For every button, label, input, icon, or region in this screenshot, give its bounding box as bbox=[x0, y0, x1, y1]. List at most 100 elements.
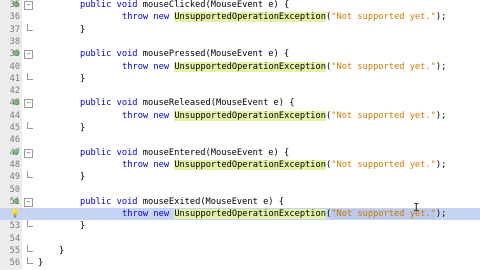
code-text: public void mouseEntered(MouseEvent e) { bbox=[80, 147, 289, 159]
code-line[interactable]: 37} bbox=[0, 23, 480, 36]
line-number: 42 bbox=[9, 86, 20, 97]
fold-collapse-icon[interactable]: − bbox=[24, 1, 33, 10]
code-line[interactable]: 38 bbox=[0, 36, 480, 48]
code-line[interactable]: 46 bbox=[0, 134, 480, 146]
code-line[interactable]: 50 bbox=[0, 184, 480, 196]
override-method-icon[interactable]: ⊕ bbox=[11, 98, 21, 108]
code-line[interactable]: 44 throw new UnsupportedOperationExceptio… bbox=[0, 110, 480, 122]
code-token: } bbox=[59, 246, 65, 256]
code-token: ); bbox=[435, 110, 447, 121]
code-token: } bbox=[80, 73, 86, 84]
code-line[interactable]: 42 bbox=[0, 85, 480, 97]
code-line[interactable]: 45} bbox=[0, 122, 480, 134]
code-token: } bbox=[80, 123, 86, 133]
line-number: 55 bbox=[9, 246, 20, 256]
code-line[interactable]: 41} bbox=[0, 72, 480, 85]
code-token: ); bbox=[435, 159, 447, 170]
override-method-icon[interactable]: ⊕ bbox=[11, 148, 21, 158]
code-token: UnsupportedOperationException bbox=[174, 159, 326, 170]
code-text: public void mouseClicked(MouseEvent e) { bbox=[80, 0, 289, 11]
code-text: } bbox=[80, 73, 85, 85]
line-number: 53 bbox=[9, 221, 20, 232]
line-number: 48 bbox=[9, 159, 20, 170]
line-number: 41 bbox=[9, 73, 20, 84]
fold-collapse-icon[interactable]: − bbox=[24, 50, 33, 60]
fold-end-marker bbox=[27, 23, 33, 31]
code-line[interactable]: 54 bbox=[0, 233, 480, 245]
code-token: } bbox=[80, 172, 86, 183]
code-token: ); bbox=[435, 12, 447, 23]
code-text: } bbox=[38, 257, 43, 269]
fold-end-marker bbox=[27, 122, 33, 129]
code-line[interactable]: 43 ⊕ − public void mouseReleased(MouseEvent… bbox=[0, 97, 480, 109]
code-token: mouseReleased bbox=[142, 98, 211, 109]
override-method-icon[interactable]: ⊕ bbox=[11, 197, 21, 207]
code-token: "Not supported yet." bbox=[331, 110, 436, 121]
code-token: } bbox=[38, 258, 44, 269]
fold-end-marker bbox=[27, 220, 33, 228]
line-number: 49 bbox=[9, 172, 20, 183]
code-line[interactable]: 💡 throw new UnsupportedOperationException… bbox=[0, 208, 480, 221]
code-token: mousePressed bbox=[142, 49, 206, 60]
code-token: "Not supported yet." bbox=[331, 209, 436, 220]
fold-end-marker bbox=[27, 257, 33, 265]
code-token: public void bbox=[80, 98, 143, 109]
code-line[interactable]: 56} bbox=[0, 257, 480, 269]
code-text: } bbox=[80, 220, 85, 232]
text-cursor-icon: I bbox=[413, 201, 420, 214]
override-method-icon[interactable]: ⊕ bbox=[11, 0, 21, 10]
fold-end-marker bbox=[27, 245, 33, 252]
code-token: (MouseEvent e) { bbox=[205, 49, 290, 60]
code-line[interactable]: 53} bbox=[0, 220, 480, 232]
line-number: 56 bbox=[9, 258, 20, 269]
line-number: 45 bbox=[9, 123, 20, 133]
code-token: (MouseEvent e) { bbox=[205, 147, 290, 158]
fold-collapse-icon[interactable]: − bbox=[24, 99, 33, 109]
line-number: 36 bbox=[9, 12, 20, 23]
code-text: public void mouseReleased(MouseEvent e) … bbox=[80, 97, 294, 109]
line-number: 44 bbox=[9, 110, 20, 121]
code-editor[interactable]: 35 ⊕ − public void mouseClicked(MouseEvent … bbox=[0, 0, 480, 270]
line-number: 38 bbox=[9, 36, 20, 47]
code-text: throw new UnsupportedOperationException(… bbox=[122, 11, 446, 23]
code-token: "Not supported yet." bbox=[331, 61, 436, 72]
code-token: (MouseEvent e) { bbox=[205, 0, 290, 10]
fold-end-marker bbox=[27, 171, 33, 179]
code-token: public void bbox=[80, 49, 143, 60]
code-token: throw new bbox=[122, 61, 175, 72]
code-line[interactable]: 49} bbox=[0, 171, 480, 183]
line-number: 50 bbox=[9, 184, 20, 195]
code-text: throw new UnsupportedOperationException(… bbox=[122, 159, 446, 171]
code-line[interactable]: 51 ⊕ − public void mouseExited(MouseEvent e… bbox=[0, 196, 480, 208]
code-line[interactable]: 55} bbox=[0, 245, 480, 257]
line-number: 40 bbox=[9, 61, 20, 72]
code-text: } bbox=[80, 122, 85, 134]
code-text: } bbox=[59, 245, 64, 257]
code-token: UnsupportedOperationException bbox=[174, 209, 326, 220]
code-line[interactable]: 48 throw new UnsupportedOperationExceptio… bbox=[0, 159, 480, 171]
code-line[interactable]: 39 ⊕ − public void mousePressed(MouseEvent … bbox=[0, 48, 480, 60]
code-line[interactable]: 35 ⊕ − public void mouseClicked(MouseEvent … bbox=[0, 0, 480, 11]
code-text: } bbox=[80, 24, 85, 36]
code-token: "Not supported yet." bbox=[331, 12, 436, 23]
code-text: throw new UnsupportedOperationException(… bbox=[122, 110, 446, 122]
fold-collapse-icon[interactable]: − bbox=[24, 197, 33, 207]
code-text: public void mousePressed(MouseEvent e) { bbox=[80, 48, 289, 60]
code-token: throw new bbox=[122, 110, 175, 121]
line-number: 46 bbox=[9, 135, 20, 146]
code-token: UnsupportedOperationException bbox=[174, 61, 326, 72]
line-number: 37 bbox=[9, 24, 20, 35]
override-method-icon[interactable]: ⊕ bbox=[11, 49, 21, 59]
lightbulb-hint-icon[interactable]: 💡 bbox=[10, 209, 20, 219]
code-text: throw new UnsupportedOperationException(… bbox=[122, 208, 446, 220]
code-token: throw new bbox=[122, 209, 175, 220]
code-line[interactable]: 47 ⊕ − public void mouseEntered(MouseEvent … bbox=[0, 147, 480, 159]
code-text: throw new UnsupportedOperationException(… bbox=[122, 61, 446, 73]
code-token: throw new bbox=[122, 12, 175, 23]
code-line[interactable]: 36 throw new UnsupportedOperationExceptio… bbox=[0, 11, 480, 23]
code-token: public void bbox=[80, 196, 143, 207]
code-token: (MouseEvent e) { bbox=[210, 98, 295, 109]
fold-collapse-icon[interactable]: − bbox=[24, 148, 33, 158]
code-line[interactable]: 40 throw new UnsupportedOperationExceptio… bbox=[0, 61, 480, 73]
code-token: mouseClicked bbox=[142, 0, 206, 10]
